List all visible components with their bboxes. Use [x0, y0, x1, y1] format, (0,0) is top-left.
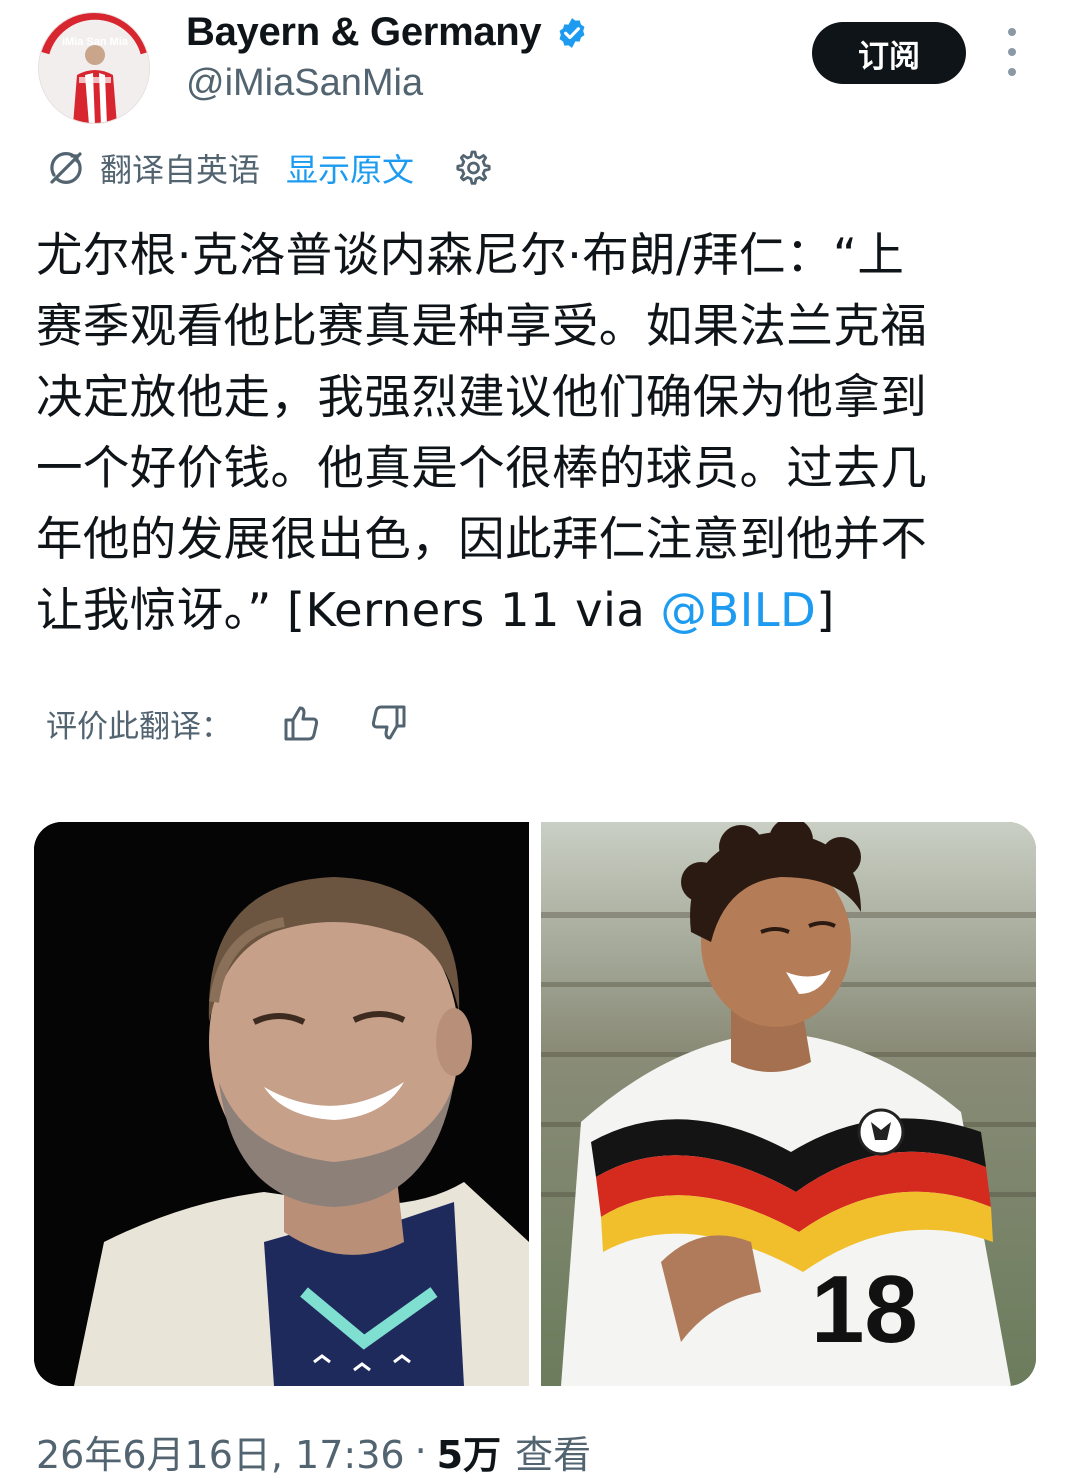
thumbs-up-icon[interactable]	[280, 701, 324, 745]
tweet-header: iMia San Mia Bayern & Germany @iMiaSanMi…	[0, 0, 1070, 130]
jersey-number: 18	[811, 1256, 918, 1363]
rate-translation-label: 评价此翻译：	[46, 708, 232, 745]
avatar-image: iMia San Mia	[39, 13, 149, 123]
display-name[interactable]: Bayern & Germany	[186, 10, 542, 55]
photo-player-image: 18	[541, 822, 1036, 1386]
photo-player[interactable]: 18	[541, 822, 1036, 1386]
tweet-line: 赛季观看他比赛真是种享受。如果法兰克福	[36, 299, 928, 353]
display-name-row: Bayern & Germany	[186, 10, 589, 55]
show-original-link[interactable]: 显示原文	[286, 145, 414, 191]
tweet-line: 年他的发展很出色，因此拜仁注意到他并不	[36, 512, 928, 566]
separator: ·	[414, 1429, 427, 1473]
tweet-text: 尤尔根·克洛普谈内森尼尔·布朗/拜仁：“上 赛季观看他比赛真是种享受。如果法兰克…	[36, 220, 1046, 646]
more-vertical-icon[interactable]	[996, 28, 1028, 76]
tweet-footer: 26年6月16日, 17:36 · 5万 查看	[36, 1424, 592, 1479]
mention-link[interactable]: @BILD	[660, 583, 816, 637]
views-label: 查看	[515, 1432, 592, 1477]
more-dot	[1008, 28, 1016, 36]
thumbs-down-icon[interactable]	[366, 701, 410, 745]
user-handle[interactable]: @iMiaSanMia	[186, 62, 423, 105]
subscribe-button[interactable]: 订阅	[812, 22, 966, 84]
tweet-text-segment: ]	[816, 583, 835, 637]
timestamp[interactable]: 26年6月16日, 17:36	[36, 1424, 405, 1479]
photo-klopp[interactable]	[34, 822, 529, 1386]
rate-translation-row: 评价此翻译：	[46, 698, 410, 748]
views-count: 5万	[436, 1432, 502, 1477]
photo-klopp-image	[34, 822, 529, 1386]
tweet-line: 一个好价钱。他真是个很棒的球员。过去几	[36, 441, 928, 495]
translate-icon	[50, 152, 82, 184]
more-dot	[1008, 68, 1016, 76]
gear-icon[interactable]	[450, 146, 494, 190]
avatar[interactable]: iMia San Mia	[38, 12, 150, 124]
tweet-media[interactable]: 18	[34, 822, 1036, 1386]
verified-badge-icon	[559, 17, 585, 48]
tweet-text-segment: 让我惊讶。” [Kerners 11 via	[36, 583, 661, 637]
translation-bar: 翻译自英语 显示原文	[46, 143, 494, 193]
translated-from-label: 翻译自英语	[100, 151, 261, 189]
tweet-line: 决定放他走，我强烈建议他们确保为他拿到	[36, 370, 928, 424]
tweet-last-line: 让我惊讶。” [Kerners 11 via @BILD]	[36, 575, 1046, 646]
tweet-line: 尤尔根·克洛普谈内森尼尔·布朗/拜仁：“上	[36, 228, 905, 282]
more-dot	[1008, 48, 1016, 56]
